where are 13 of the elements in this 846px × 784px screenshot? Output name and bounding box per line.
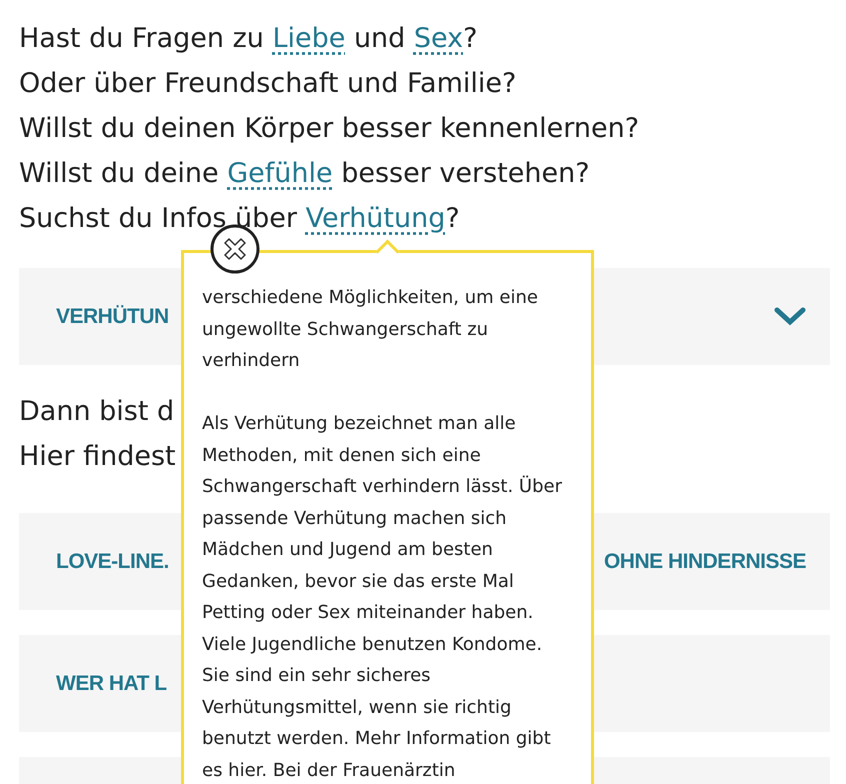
tooltip-text: verschiedene Möglichkeiten, um eine ungewollte Schwangerschaft zu verhindern [202,286,539,373]
accordion-title: OHNE HINDERNISSE [604,548,806,575]
accordion-title: LOVE-LINE. [56,548,169,575]
question-text: Willst du deinen Körper besser kennenlernen? [19,112,640,146]
body-text: Dann bist d [19,395,174,429]
question-text: Oder über Freundschaft und Familie? [19,67,516,101]
accordion-title: WER HAT L [56,670,167,697]
question-text: Hast du Fragen zu Liebe und Sex? [19,22,478,56]
accordion-title: VERHÜTUN [56,304,169,330]
body-text: Hier findest [19,440,176,474]
tooltip-text: Als Verhütung bezeichnet man alle Methoden, mit denen sich eine Schwangerschaft verhindern lässt. Über passende Verhütung machen sich Mädchen und Jugend am besten Gedanken, bevor sie das erste Mal Petting oder Sex miteinander haben. Viele Jugendliche benutzen Kondome. Sie sind ein sehr sicheres Verhütungsmittel, wenn sie richtig benutzt werden. Mehr Information gibt es hier. Bei der Frauenärztin [202,412,564,782]
question-text: Suchst du Infos über Verhütung? [19,202,460,236]
question-text: Willst du deine Gefühle besser verstehen? [19,157,590,191]
